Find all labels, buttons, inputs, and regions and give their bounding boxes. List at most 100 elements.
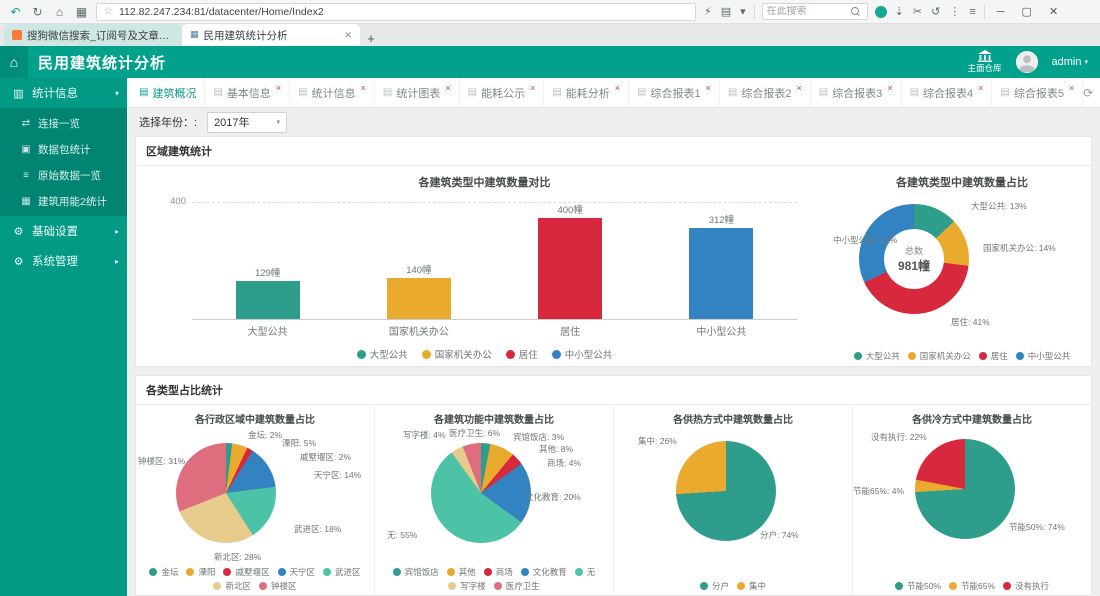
legend-item[interactable]: 大型公共 — [357, 347, 408, 361]
tab-close-icon[interactable]: × — [706, 83, 711, 93]
app-tab-9[interactable]: ▤综合报表4× — [902, 78, 993, 108]
browser-tab-site[interactable]: ▦ 民用建筑统计分析 ✕ — [182, 24, 360, 46]
user-menu[interactable]: admin ▾ — [1052, 56, 1088, 68]
legend-dot — [1016, 352, 1024, 360]
legend-item[interactable]: 国家机关办公 — [422, 347, 492, 361]
legend-item[interactable]: 宾馆饭店 — [393, 566, 439, 578]
toolbar-caret-icon[interactable]: ▾ — [739, 5, 747, 18]
tab-close-icon[interactable]: × — [361, 83, 366, 93]
legend-item[interactable]: 国家机关办公 — [908, 350, 971, 362]
undo-icon[interactable]: ↺ — [930, 5, 941, 18]
app-tab-10[interactable]: ▤综合报表5× — [992, 78, 1083, 108]
app-tab-4[interactable]: ▤能耗公示× — [460, 78, 545, 108]
legend-item[interactable]: 中小型公共 — [552, 347, 613, 361]
minimize-icon[interactable]: ─ — [992, 6, 1010, 18]
app-tab-6[interactable]: ▤综合报表1× — [629, 78, 720, 108]
app-tab-3[interactable]: ▤统计图表× — [375, 78, 460, 108]
search-input[interactable] — [767, 6, 847, 17]
refresh-icon[interactable]: ↻ — [30, 5, 45, 19]
tab-close-icon[interactable]: × — [978, 83, 983, 93]
avatar[interactable] — [1016, 51, 1038, 73]
year-select[interactable]: 2017年 ▾ — [207, 112, 287, 133]
tab-close-icon[interactable]: × — [796, 83, 801, 93]
tab-close-icon[interactable]: × — [615, 83, 620, 93]
sidebar-item-energy-stats[interactable]: ▦ 建筑用能2统计 — [0, 188, 127, 214]
maximize-icon[interactable]: ▢ — [1017, 5, 1037, 18]
bar[interactable] — [236, 281, 300, 319]
bar-value-label: 140幢 — [406, 262, 431, 276]
app-tab-0[interactable]: ▤建筑概况 — [131, 78, 205, 108]
search-icon[interactable] — [850, 6, 861, 17]
app-tab-1[interactable]: ▤基本信息× — [205, 78, 290, 108]
bars: 129幢140幢400幢312幢 — [192, 202, 797, 319]
tab-close-icon[interactable]: × — [276, 83, 281, 93]
bar[interactable] — [689, 228, 753, 319]
sidebar-section-statistics[interactable]: ▥ 统计信息 ▾ — [0, 78, 127, 108]
legend-item[interactable]: 大型公共 — [854, 350, 900, 362]
legend-item[interactable]: 医疗卫生 — [494, 580, 540, 592]
chart-title: 各建筑类型中建筑数量占比 — [833, 166, 1091, 190]
new-tab-button[interactable]: + — [360, 31, 382, 46]
bar[interactable] — [387, 278, 451, 319]
app-home-button[interactable]: ⌂ — [0, 46, 28, 78]
sidebar-section-settings[interactable]: ⚙ 基础设置 ▸ — [0, 216, 127, 246]
legend-item[interactable]: 商场 — [484, 566, 513, 578]
legend-item[interactable]: 集中 — [737, 580, 766, 592]
legend-item[interactable]: 武进区 — [323, 566, 361, 578]
app-tab-5[interactable]: ▤能耗分析× — [544, 78, 629, 108]
legend-item[interactable]: 新北区 — [213, 580, 251, 592]
legend-item[interactable]: 中小型公共 — [1016, 350, 1071, 362]
legend-item[interactable]: 居住 — [979, 350, 1008, 362]
browser-tab-sogou[interactable]: 搜狗微信搜索_订阅号及文章内容独家 — [4, 24, 182, 46]
pie-label: 其他: 8% — [539, 443, 573, 455]
legend-item[interactable]: 居住 — [506, 347, 538, 361]
district-pie[interactable] — [176, 443, 276, 543]
sidebar-section-system[interactable]: ⚙ 系统管理 ▸ — [0, 246, 127, 276]
back-icon[interactable]: ↶ — [8, 5, 23, 19]
bar[interactable] — [538, 218, 602, 319]
search-box[interactable] — [762, 3, 868, 20]
reload-icon[interactable]: ⟳ — [1083, 86, 1093, 100]
sidebar-item-connections[interactable]: ⇄ 连接一览 — [0, 110, 127, 136]
tab-close-icon[interactable]: × — [887, 83, 892, 93]
tab-close-icon[interactable]: × — [1069, 83, 1074, 93]
browser-home-icon[interactable]: ⌂ — [52, 5, 67, 19]
tab-close-icon[interactable]: × — [445, 83, 450, 93]
sidebar-item-label: 建筑用能2统计 — [38, 194, 107, 209]
tab-close-icon[interactable]: ✕ — [344, 30, 352, 41]
legend-item[interactable]: 钟楼区 — [259, 580, 297, 592]
legend-item[interactable]: 写字楼 — [448, 580, 486, 592]
window-grid-icon[interactable]: ▦ — [74, 5, 89, 19]
menu-icon[interactable]: ≡ — [968, 6, 976, 18]
warehouse-button[interactable]: 主面仓库 — [968, 50, 1002, 73]
bookmark-star-icon[interactable]: ☆ — [104, 6, 113, 17]
address-bar[interactable]: ☆ 112.82.247.234:81/datacenter/Home/Inde… — [96, 3, 696, 21]
close-icon[interactable]: ✕ — [1044, 5, 1063, 18]
legend-item[interactable]: 其他 — [447, 566, 476, 578]
legend-item[interactable]: 无 — [575, 566, 596, 578]
tab-close-icon[interactable]: × — [530, 83, 535, 93]
cooling-pie[interactable] — [915, 439, 1015, 539]
legend-item[interactable]: 戚墅堰区 — [223, 566, 269, 578]
app-tab-7[interactable]: ▤综合报表2× — [720, 78, 811, 108]
legend-item[interactable]: 天宁区 — [278, 566, 316, 578]
scissors-icon[interactable]: ✂ — [912, 5, 923, 18]
sidebar-item-packet-stats[interactable]: ▣ 数据包统计 — [0, 136, 127, 162]
legend-item[interactable]: 节能65% — [949, 580, 995, 592]
account-icon[interactable] — [875, 6, 887, 18]
heating-pie[interactable] — [676, 441, 776, 541]
more-icon[interactable]: ⋮ — [948, 5, 961, 18]
app-tab-2[interactable]: ▤统计信息× — [290, 78, 375, 108]
legend-item[interactable]: 分户 — [700, 580, 729, 592]
legend-item[interactable]: 文化教育 — [521, 566, 567, 578]
legend-item[interactable]: 溧阳 — [186, 566, 215, 578]
legend-item[interactable]: 没有执行 — [1003, 580, 1049, 592]
sidebar-item-raw-data[interactable]: ≡ 原始数据一览 — [0, 162, 127, 188]
reader-icon[interactable]: ▤ — [720, 5, 732, 18]
flash-icon[interactable]: ⚡ — [703, 5, 713, 18]
download-icon[interactable]: ⇣ — [894, 5, 905, 18]
legend-item[interactable]: 节能50% — [895, 580, 941, 592]
legend-item[interactable]: 金坛 — [149, 566, 178, 578]
app-tab-8[interactable]: ▤综合报表3× — [811, 78, 902, 108]
function-pie[interactable] — [431, 443, 531, 543]
